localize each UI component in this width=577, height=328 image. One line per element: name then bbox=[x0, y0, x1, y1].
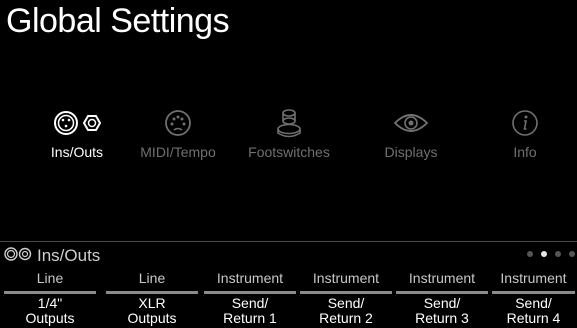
param-value: Instrument bbox=[312, 270, 380, 286]
footswitch-icon bbox=[234, 108, 344, 138]
page-dot bbox=[527, 251, 533, 257]
param-xlr-outputs[interactable]: Line XLR Outputs bbox=[106, 268, 198, 326]
menu-item-footswitches[interactable]: Footswitches bbox=[234, 108, 344, 160]
menu-item-midi-tempo[interactable]: MIDI/Tempo bbox=[123, 108, 233, 160]
param-label-line2: Return 1 bbox=[223, 310, 277, 326]
param-send-return-3[interactable]: Instrument Send/ Return 3 bbox=[396, 268, 488, 326]
midi-icon bbox=[123, 108, 233, 138]
param-value: Line bbox=[36, 270, 64, 286]
parameter-row: Line 1/4" Outputs Line XLR Outputs Instr… bbox=[0, 268, 577, 328]
param-quarter-inch-outputs[interactable]: Line 1/4" Outputs bbox=[4, 268, 96, 326]
param-bar bbox=[396, 291, 488, 294]
page-dot-current bbox=[541, 251, 547, 257]
param-value: Instrument bbox=[216, 270, 284, 286]
eye-icon bbox=[356, 108, 466, 138]
param-label-line1: Send/ bbox=[327, 295, 365, 311]
param-value: Line bbox=[138, 270, 166, 286]
param-send-return-1[interactable]: Instrument Send/ Return 1 bbox=[204, 268, 296, 326]
page-dot bbox=[555, 251, 561, 257]
ins-outs-icon bbox=[4, 246, 37, 267]
menu-item-label: MIDI/Tempo bbox=[140, 144, 216, 160]
param-bar bbox=[4, 291, 96, 294]
page-title: Global Settings bbox=[6, 2, 230, 40]
menu-item-displays[interactable]: Displays bbox=[356, 108, 466, 160]
param-value: Instrument bbox=[500, 270, 567, 286]
param-label-line2: Outputs bbox=[25, 310, 75, 326]
settings-menu: Ins/Outs MIDI/Tempo Footswitches Display… bbox=[0, 108, 577, 168]
param-bar bbox=[492, 291, 575, 294]
menu-item-ins-outs[interactable]: Ins/Outs bbox=[22, 108, 132, 160]
param-bar bbox=[204, 291, 296, 294]
param-label-line2: Return 2 bbox=[319, 310, 373, 326]
param-send-return-4[interactable]: Instrument Send/ Return 4 bbox=[492, 268, 575, 326]
panel-title-label: Ins/Outs bbox=[37, 246, 101, 265]
param-label-line1: XLR bbox=[138, 295, 166, 311]
param-label-line2: Return 3 bbox=[415, 310, 469, 326]
param-label-line1: Send/ bbox=[423, 295, 461, 311]
param-label-line1: 1/4" bbox=[37, 295, 63, 311]
page-dot bbox=[569, 251, 575, 257]
panel-title: Ins/Outs bbox=[4, 245, 100, 267]
menu-item-label: Ins/Outs bbox=[50, 144, 104, 160]
param-label-line1: Send/ bbox=[231, 295, 269, 311]
param-label-line1: Send/ bbox=[515, 295, 552, 311]
menu-item-info[interactable]: Info bbox=[470, 108, 577, 160]
divider bbox=[0, 241, 577, 242]
menu-item-label: Displays bbox=[384, 144, 438, 160]
param-bar bbox=[106, 291, 198, 294]
info-icon bbox=[470, 108, 577, 138]
param-label-line2: Outputs bbox=[127, 310, 177, 326]
page-indicator bbox=[527, 251, 575, 257]
param-label-line2: Return 4 bbox=[506, 310, 561, 326]
param-send-return-2[interactable]: Instrument Send/ Return 2 bbox=[300, 268, 392, 326]
ins-outs-icon bbox=[22, 108, 132, 138]
param-value: Instrument bbox=[408, 270, 476, 286]
param-bar bbox=[300, 291, 392, 294]
menu-item-label: Info bbox=[513, 144, 537, 160]
menu-item-label: Footswitches bbox=[248, 144, 330, 160]
